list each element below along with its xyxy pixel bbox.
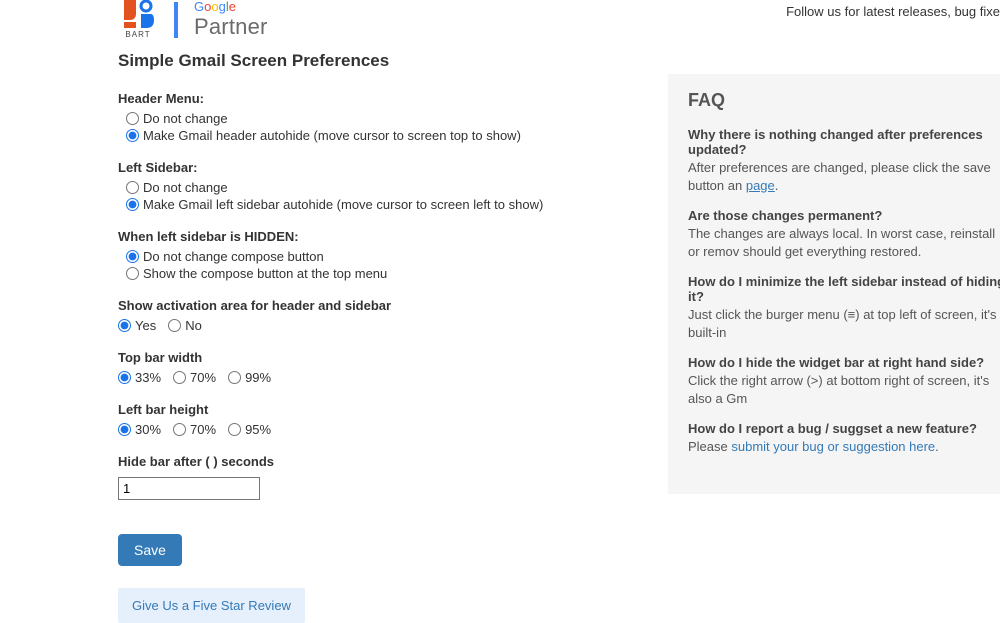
heading-activation: Show activation area for header and side… xyxy=(118,298,628,313)
bart-logo-text: BART xyxy=(125,30,150,39)
radio-header-nochange[interactable] xyxy=(126,112,139,125)
faq-question: How do I report a bug / suggset a new fe… xyxy=(688,421,1000,436)
heading-hide-after: Hide bar after ( ) seconds xyxy=(118,454,628,469)
label-compose-topmenu[interactable]: Show the compose button at the top menu xyxy=(143,266,387,281)
faq-answer: The changes are always local. In worst c… xyxy=(688,225,1000,260)
google-word: Google xyxy=(194,0,268,14)
faq-question: Are those changes permanent? xyxy=(688,208,1000,223)
faq-answer: After preferences are changed, please cl… xyxy=(688,159,1000,194)
label-header-autohide[interactable]: Make Gmail header autohide (move cursor … xyxy=(143,128,521,143)
bart-icon xyxy=(122,0,154,28)
faq-answer: Just click the burger menu (≡) at top le… xyxy=(688,306,1000,341)
bart-logo: BART xyxy=(118,0,158,39)
group-hide-after: Hide bar after ( ) seconds xyxy=(118,454,628,500)
page-title: Simple Gmail Screen Preferences xyxy=(118,51,628,71)
save-button[interactable]: Save xyxy=(118,534,182,566)
radio-compose-topmenu[interactable] xyxy=(126,267,139,280)
radio-tbw-33[interactable] xyxy=(118,371,131,384)
faq-panel: FAQ Why there is nothing changed after p… xyxy=(668,74,1000,494)
radio-activation-no[interactable] xyxy=(168,319,181,332)
label-activation-no[interactable]: No xyxy=(185,318,202,333)
label-tbw-33[interactable]: 33% xyxy=(135,370,161,385)
heading-topbar-width: Top bar width xyxy=(118,350,628,365)
faq-item: How do I report a bug / suggset a new fe… xyxy=(688,421,1000,456)
label-sidebar-autohide[interactable]: Make Gmail left sidebar autohide (move c… xyxy=(143,197,543,212)
faq-item: Are those changes permanent? The changes… xyxy=(688,208,1000,260)
faq-item: How do I minimize the left sidebar inste… xyxy=(688,274,1000,341)
label-compose-nochange[interactable]: Do not change compose button xyxy=(143,249,324,264)
heading-header-menu: Header Menu: xyxy=(118,91,628,106)
group-topbar-width: Top bar width 33% 70% 99% xyxy=(118,350,628,386)
faq-question: Why there is nothing changed after prefe… xyxy=(688,127,1000,157)
faq-link[interactable]: submit your bug or suggestion here xyxy=(731,439,935,454)
radio-lbh-30[interactable] xyxy=(118,423,131,436)
radio-activation-yes[interactable] xyxy=(118,319,131,332)
heading-left-sidebar: Left Sidebar: xyxy=(118,160,628,175)
faq-title: FAQ xyxy=(688,90,1000,111)
faq-item: How do I hide the widget bar at right ha… xyxy=(688,355,1000,407)
label-header-nochange[interactable]: Do not change xyxy=(143,111,228,126)
label-lbh-95[interactable]: 95% xyxy=(245,422,271,437)
review-button[interactable]: Give Us a Five Star Review xyxy=(118,588,305,623)
logo-divider xyxy=(174,2,178,38)
faq-question: How do I minimize the left sidebar inste… xyxy=(688,274,1000,304)
label-lbh-30[interactable]: 30% xyxy=(135,422,161,437)
radio-lbh-95[interactable] xyxy=(228,423,241,436)
radio-compose-nochange[interactable] xyxy=(126,250,139,263)
faq-answer: Please submit your bug or suggestion her… xyxy=(688,438,1000,456)
label-tbw-99[interactable]: 99% xyxy=(245,370,271,385)
label-tbw-70[interactable]: 70% xyxy=(190,370,216,385)
label-activation-yes[interactable]: Yes xyxy=(135,318,156,333)
radio-sidebar-nochange[interactable] xyxy=(126,181,139,194)
label-sidebar-nochange[interactable]: Do not change xyxy=(143,180,228,195)
group-left-sidebar: Left Sidebar: Do not change Make Gmail l… xyxy=(118,160,628,213)
heading-hidden-sidebar: When left sidebar is HIDDEN: xyxy=(118,229,628,244)
heading-leftbar-height: Left bar height xyxy=(118,402,628,417)
faq-item: Why there is nothing changed after prefe… xyxy=(688,127,1000,194)
radio-sidebar-autohide[interactable] xyxy=(126,198,139,211)
group-hidden-sidebar: When left sidebar is HIDDEN: Do not chan… xyxy=(118,229,628,282)
group-activation: Show activation area for header and side… xyxy=(118,298,628,334)
follow-text: Follow us for latest releases, bug fixe xyxy=(786,4,1000,19)
partner-word: Partner xyxy=(194,15,268,39)
faq-link[interactable]: page xyxy=(746,178,775,193)
radio-tbw-99[interactable] xyxy=(228,371,241,384)
input-hide-seconds[interactable] xyxy=(118,477,260,500)
group-leftbar-height: Left bar height 30% 70% 95% xyxy=(118,402,628,438)
group-header-menu: Header Menu: Do not change Make Gmail he… xyxy=(118,91,628,144)
faq-answer: Click the right arrow (>) at bottom righ… xyxy=(688,372,1000,407)
topbar-follow: Follow us for latest releases, bug fixe xyxy=(786,4,1000,19)
radio-tbw-70[interactable] xyxy=(173,371,186,384)
radio-lbh-70[interactable] xyxy=(173,423,186,436)
radio-header-autohide[interactable] xyxy=(126,129,139,142)
faq-question: How do I hide the widget bar at right ha… xyxy=(688,355,1000,370)
label-lbh-70[interactable]: 70% xyxy=(190,422,216,437)
preferences-form: Simple Gmail Screen Preferences Header M… xyxy=(118,51,628,623)
google-partner-badge: Google Partner xyxy=(194,0,268,38)
